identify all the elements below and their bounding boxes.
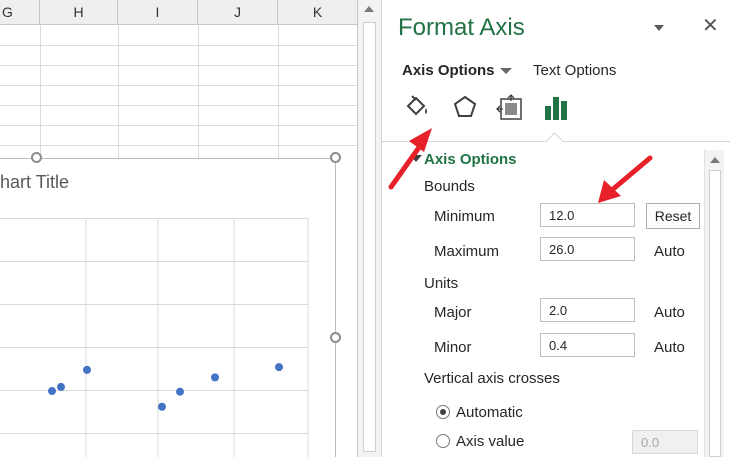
column-label: J <box>234 4 241 20</box>
collapse-caret-icon[interactable] <box>410 155 422 162</box>
data-point[interactable] <box>48 387 56 396</box>
scroll-up-icon[interactable] <box>710 157 720 163</box>
minor-label: Minor <box>434 339 472 356</box>
data-point[interactable] <box>57 382 65 391</box>
data-point[interactable] <box>211 373 219 382</box>
active-tab-pointer <box>545 132 564 151</box>
column-header-k[interactable]: K <box>278 0 358 25</box>
tab-text-options[interactable]: Text Options <box>533 62 616 79</box>
major-field[interactable] <box>540 298 635 322</box>
column-header-g[interactable]: G <box>0 0 40 25</box>
minor-auto-label: Auto <box>654 339 685 356</box>
gridline <box>0 105 358 106</box>
close-icon[interactable]: ✕ <box>702 16 719 36</box>
axis-value-label[interactable]: Axis value <box>456 433 524 450</box>
axis-value-field[interactable] <box>632 430 698 454</box>
chevron-down-icon[interactable] <box>500 68 512 74</box>
pane-options-dropdown-icon[interactable] <box>654 25 664 31</box>
size-properties-icon[interactable] <box>496 92 526 124</box>
chart-resize-handle-right[interactable] <box>330 332 341 343</box>
maximum-label: Maximum <box>434 243 500 260</box>
automatic-radio[interactable] <box>436 405 450 419</box>
reset-button[interactable]: Reset <box>646 203 700 229</box>
maximum-field[interactable] <box>540 237 635 261</box>
data-point[interactable] <box>158 402 166 411</box>
worksheet[interactable]: G H I J K hart Title <box>0 0 358 457</box>
units-heading: Units <box>424 275 459 292</box>
scrollbar-thumb[interactable] <box>363 22 376 452</box>
data-point[interactable] <box>275 363 283 372</box>
chart-resize-handle-top-right[interactable] <box>330 152 341 163</box>
gridline <box>0 125 358 126</box>
axis-value-radio[interactable] <box>436 434 450 448</box>
column-header-h[interactable]: H <box>40 0 118 25</box>
automatic-label[interactable]: Automatic <box>456 404 523 421</box>
column-label: K <box>312 4 323 20</box>
gridline <box>0 65 358 66</box>
maximum-auto-label: Auto <box>654 243 685 260</box>
section-axis-options[interactable]: Axis Options <box>424 151 517 168</box>
pane-title: Format Axis <box>398 14 525 41</box>
scrollbar-thumb[interactable] <box>709 170 721 457</box>
data-point[interactable] <box>83 365 91 374</box>
column-label: I <box>155 4 160 20</box>
minimum-field[interactable] <box>540 203 635 227</box>
tab-axis-options[interactable]: Axis Options <box>402 62 495 79</box>
column-label: H <box>73 4 84 20</box>
column-label: G <box>2 4 13 20</box>
plot-area[interactable] <box>0 218 336 457</box>
column-header-j[interactable]: J <box>198 0 278 25</box>
effects-icon[interactable] <box>450 92 480 124</box>
format-axis-pane: Format Axis ✕ Axis Options Text Options <box>382 0 730 457</box>
major-auto-label: Auto <box>654 304 685 321</box>
axis-options-icon[interactable] <box>542 92 572 124</box>
chart-resize-handle-top-left[interactable] <box>31 152 42 163</box>
gridline <box>0 145 358 146</box>
minimum-label: Minimum <box>434 208 495 225</box>
scroll-up-icon[interactable] <box>364 6 374 12</box>
pane-scrollbar[interactable] <box>704 150 724 457</box>
data-point[interactable] <box>176 387 184 396</box>
gridline <box>0 45 358 46</box>
minor-field[interactable] <box>540 333 635 357</box>
fill-line-icon[interactable] <box>402 92 432 124</box>
vertical-scrollbar[interactable] <box>358 0 382 457</box>
major-label: Major <box>434 304 472 321</box>
column-header-i[interactable]: I <box>118 0 198 25</box>
bounds-heading: Bounds <box>424 178 475 195</box>
vertical-axis-crosses-heading: Vertical axis crosses <box>424 370 560 387</box>
gridline <box>0 85 358 86</box>
chart-title[interactable]: hart Title <box>0 172 69 193</box>
